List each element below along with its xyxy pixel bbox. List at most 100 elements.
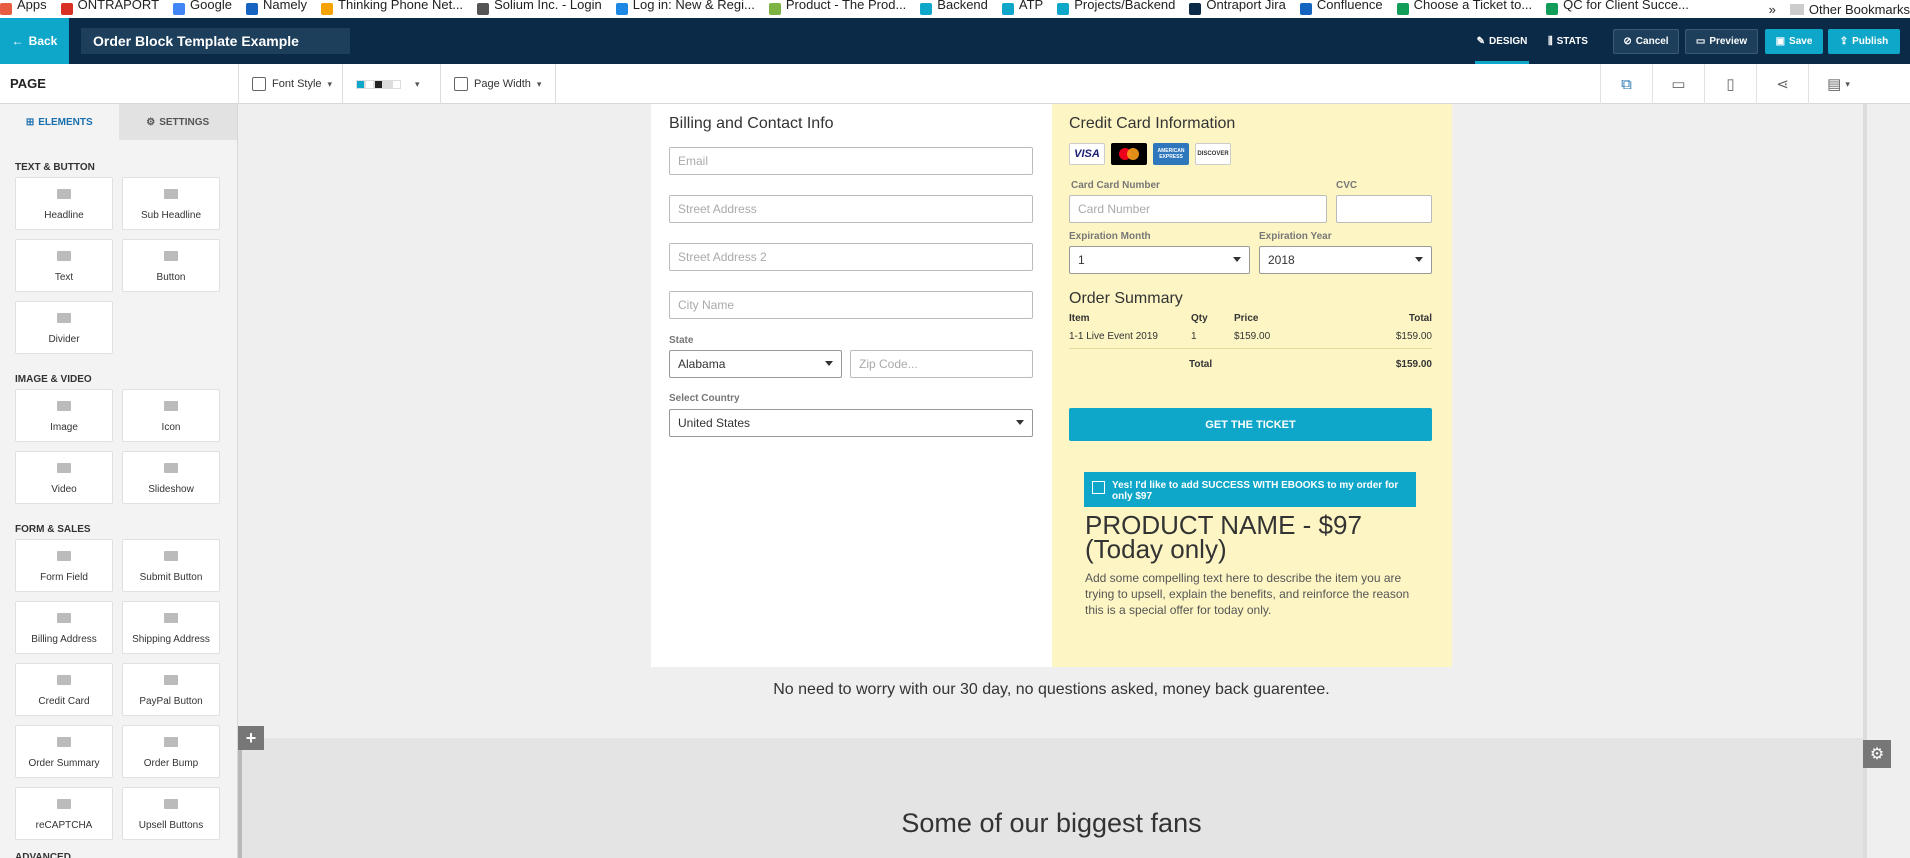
element-tile-submit-button[interactable]: Submit Button (122, 539, 220, 592)
arrow-left-icon: ← (11, 34, 24, 48)
layout-options-icon[interactable]: ▤ ▾ (1808, 64, 1868, 104)
bookmark-label: ONTRAPORT (77, 0, 160, 12)
other-bookmarks-label: Other Bookmarks (1808, 1, 1910, 17)
bookmark-item[interactable]: ATP (1001, 0, 1043, 18)
bookmark-item[interactable]: Projects/Backend (1057, 0, 1175, 18)
element-tile-upsell-buttons[interactable]: Upsell Buttons (122, 787, 220, 840)
bookmark-item[interactable]: Apps (0, 0, 47, 18)
other-bookmarks[interactable]: » Other Bookmarks (1762, 0, 1910, 18)
country-select[interactable]: United States (669, 409, 1033, 437)
get-ticket-label: GET THE TICKET (1205, 418, 1296, 431)
page-width-icon (454, 77, 468, 91)
element-tile-order-bump[interactable]: Order Bump (122, 725, 220, 778)
element-tile-credit-card[interactable]: Credit Card (15, 663, 113, 716)
element-tile-video[interactable]: Video (15, 451, 113, 504)
grid-icon: ⊞ (25, 116, 35, 128)
bookmark-item[interactable]: Solium Inc. - Login (477, 0, 602, 18)
total-label: Total (1189, 359, 1213, 370)
bookmark-item[interactable]: Product - The Prod... (768, 0, 906, 18)
element-tile-shipping-address[interactable]: Shipping Address (122, 601, 220, 654)
credit-card-icon (57, 675, 71, 685)
element-tile-divider[interactable]: Divider (15, 301, 113, 354)
upsell-product-name: PRODUCT NAME - $97 (Today only) (1085, 510, 1362, 564)
get-ticket-button[interactable]: GET THE TICKET (1069, 408, 1432, 441)
element-tile-recaptcha[interactable]: reCAPTCHA (15, 787, 113, 840)
city-field[interactable]: City Name (669, 291, 1033, 319)
street-address-2-placeholder: Street Address 2 (678, 250, 767, 264)
desktop-view-icon[interactable]: ▭ (1652, 64, 1704, 104)
tab-elements[interactable]: ⊞ ELEMENTS (0, 104, 119, 140)
guarantee-text: No need to worry with our 30 day, no que… (773, 681, 1330, 698)
more-bookmarks-chevron[interactable]: » (1769, 2, 1776, 17)
element-tile-image[interactable]: Image (15, 389, 113, 442)
email-field[interactable]: Email (669, 147, 1033, 175)
button-icon (164, 251, 178, 261)
color-palette-dropdown[interactable]: ▾ (356, 64, 420, 104)
bookmark-item[interactable]: Backend (920, 0, 988, 18)
pencil-icon: ✎ (1476, 35, 1486, 47)
publish-button-label: Publish (1852, 36, 1889, 47)
gmail-icon (60, 3, 73, 15)
backend-icon (920, 3, 933, 15)
cancel-button[interactable]: ⊘ Cancel (1613, 29, 1679, 54)
element-tile-order-summary[interactable]: Order Summary (15, 725, 113, 778)
bookmark-item[interactable]: Google (173, 0, 232, 18)
bookmark-item[interactable]: Choose a Ticket to... (1396, 0, 1532, 18)
bookmark-item[interactable]: Thinking Phone Net... (321, 0, 463, 18)
element-tile-billing-address[interactable]: Billing Address (15, 601, 113, 654)
order-summary-heading: Order Summary (1069, 290, 1183, 307)
bookmark-item[interactable]: QC for Client Succe... (1546, 0, 1689, 18)
element-tile-label: Headline (44, 210, 84, 221)
mobile-view-icon[interactable]: ▯ (1704, 64, 1756, 104)
page-width-label: Page Width (474, 78, 531, 90)
save-button[interactable]: ▣ Save (1765, 29, 1823, 54)
preview-button[interactable]: ▭ Preview (1685, 29, 1758, 54)
exp-month-select[interactable]: 1 (1069, 246, 1250, 274)
element-tile-button[interactable]: Button (122, 239, 220, 292)
element-tile-slideshow[interactable]: Slideshow (122, 451, 220, 504)
element-tile-paypal-button[interactable]: PayPal Button (122, 663, 220, 716)
credit-card-heading: Credit Card Information (1069, 115, 1236, 132)
back-button-label: Back (28, 34, 58, 48)
cancel-circle-icon: ⊘ (1623, 36, 1632, 47)
element-tile-icon[interactable]: Icon (122, 389, 220, 442)
element-tile-form-field[interactable]: Form Field (15, 539, 113, 592)
cvc-label: CVC (1336, 180, 1358, 191)
publish-button[interactable]: ⇪ Publish (1828, 29, 1900, 54)
bookmark-item[interactable]: Log in: New & Regi... (615, 0, 755, 18)
share-icon[interactable]: ⋖ (1756, 64, 1808, 104)
element-tile-label: Shipping Address (132, 634, 210, 645)
page-width-dropdown[interactable]: Page Width ▾ (454, 64, 541, 104)
exp-year-select[interactable]: 2018 (1259, 246, 1432, 274)
element-tile-text[interactable]: Text (15, 239, 113, 292)
section-settings-gear-icon[interactable]: ⚙ (1863, 740, 1891, 768)
font-style-dropdown[interactable]: Font Style ▾ (252, 64, 332, 104)
state-select[interactable]: Alabama (669, 350, 842, 378)
element-tile-label: Submit Button (139, 572, 203, 583)
tab-stats[interactable]: ⫼ STATS (1548, 18, 1588, 64)
summary-divider (1069, 348, 1432, 349)
street-address-field[interactable]: Street Address (669, 195, 1033, 223)
bookmark-item[interactable]: Ontraport Jira (1189, 0, 1286, 18)
desktop-tablet-view-icon[interactable]: ⧉ (1600, 64, 1652, 104)
bookmark-item[interactable]: Namely (245, 0, 307, 18)
bookmark-item[interactable]: Confluence (1299, 0, 1383, 18)
bookmark-item[interactable]: ONTRAPORT (60, 0, 160, 18)
element-tile-sub-headline[interactable]: Sub Headline (122, 177, 220, 230)
street-address-2-field[interactable]: Street Address 2 (669, 243, 1033, 271)
add-section-plus-icon[interactable]: + (238, 726, 264, 750)
order-bump-checkbox-row[interactable]: Yes! I'd like to add SUCCESS WITH EBOOKS… (1084, 472, 1416, 507)
color-swatch (374, 79, 383, 89)
image-icon (57, 401, 71, 411)
element-tile-headline[interactable]: Headline (15, 177, 113, 230)
card-number-field[interactable]: Card Number (1069, 195, 1327, 223)
tab-design[interactable]: ✎ DESIGN (1475, 18, 1529, 64)
zip-code-field[interactable]: Zip Code... (850, 350, 1033, 378)
order-bump-checkbox[interactable] (1092, 481, 1105, 494)
back-button[interactable]: ← Back (0, 18, 69, 64)
tab-settings[interactable]: ⚙ SETTINGS (118, 104, 237, 140)
bookmark-label: Projects/Backend (1074, 0, 1176, 12)
cvc-field[interactable] (1336, 195, 1432, 223)
element-tile-label: Image (50, 422, 78, 433)
page-title-field[interactable]: Order Block Template Example (81, 28, 350, 54)
